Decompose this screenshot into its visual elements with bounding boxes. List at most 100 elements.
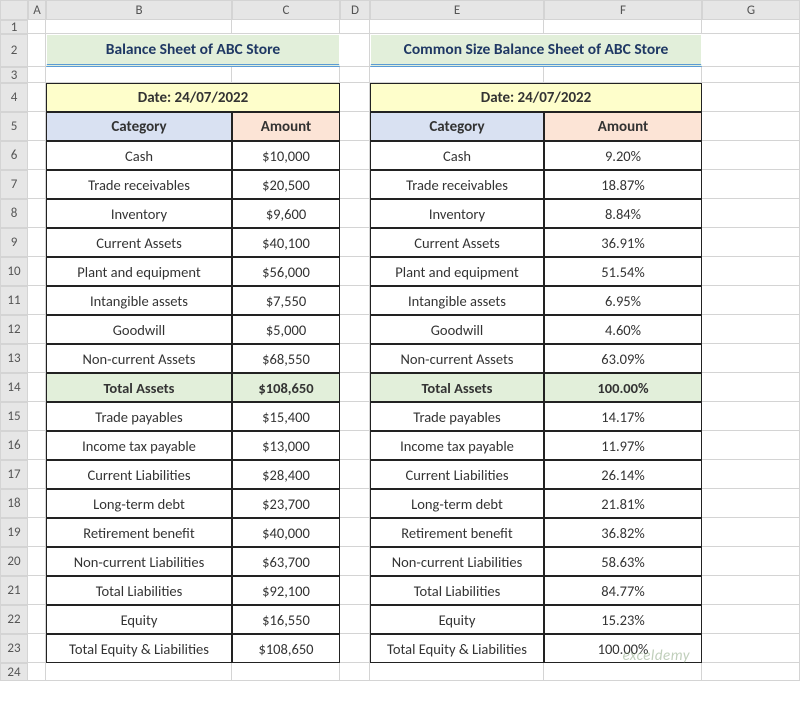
- row-header-17[interactable]: 17: [0, 460, 28, 489]
- right-amt-19[interactable]: 36.82%: [544, 518, 702, 547]
- col-header-C[interactable]: C: [232, 0, 340, 20]
- right-cat-10[interactable]: Plant and equipment: [370, 257, 544, 286]
- right-cat-8[interactable]: Inventory: [370, 199, 544, 228]
- right-cat-22[interactable]: Equity: [370, 605, 544, 634]
- right-amt-17[interactable]: 26.14%: [544, 460, 702, 489]
- left-amt-20[interactable]: $63,700: [232, 547, 340, 576]
- left-cat-6[interactable]: Cash: [46, 141, 232, 170]
- right-amt-11[interactable]: 6.95%: [544, 286, 702, 315]
- cell[interactable]: [340, 663, 370, 681]
- row-header-1[interactable]: 1: [0, 20, 28, 34]
- row-header-24[interactable]: 24: [0, 663, 28, 681]
- row-header-2[interactable]: 2: [0, 34, 28, 67]
- cell[interactable]: [46, 663, 232, 681]
- row-header-18[interactable]: 18: [0, 489, 28, 518]
- col-header-E[interactable]: E: [370, 0, 544, 20]
- right-cat-19[interactable]: Retirement benefit: [370, 518, 544, 547]
- row-header-20[interactable]: 20: [0, 547, 28, 576]
- cell[interactable]: [232, 663, 340, 681]
- cell[interactable]: [702, 20, 800, 34]
- right-amt-13[interactable]: 63.09%: [544, 344, 702, 373]
- left-cat-11[interactable]: Intangible assets: [46, 286, 232, 315]
- right-amt-7[interactable]: 18.87%: [544, 170, 702, 199]
- row-header-15[interactable]: 15: [0, 402, 28, 431]
- left-amt-13[interactable]: $68,550: [232, 344, 340, 373]
- left-amt-17[interactable]: $28,400: [232, 460, 340, 489]
- left-cat-7[interactable]: Trade receivables: [46, 170, 232, 199]
- right-hdr-category[interactable]: Category: [370, 112, 544, 141]
- row-header-19[interactable]: 19: [0, 518, 28, 547]
- left-cat-9[interactable]: Current Assets: [46, 228, 232, 257]
- left-cat-10[interactable]: Plant and equipment: [46, 257, 232, 286]
- left-title[interactable]: Balance Sheet of ABC Store: [46, 34, 340, 67]
- row-header-21[interactable]: 21: [0, 576, 28, 605]
- left-hdr-category[interactable]: Category: [46, 112, 232, 141]
- row-header-13[interactable]: 13: [0, 344, 28, 373]
- col-header-G[interactable]: G: [702, 0, 800, 20]
- left-cat-15[interactable]: Trade payables: [46, 402, 232, 431]
- row-header-6[interactable]: 6: [0, 141, 28, 170]
- left-cat-17[interactable]: Current Liabilities: [46, 460, 232, 489]
- row-header-8[interactable]: 8: [0, 199, 28, 228]
- left-amt-7[interactable]: $20,500: [232, 170, 340, 199]
- cell[interactable]: [232, 20, 340, 34]
- right-amt-22[interactable]: 15.23%: [544, 605, 702, 634]
- left-amt-6[interactable]: $10,000: [232, 141, 340, 170]
- row-header-23[interactable]: 23: [0, 634, 28, 663]
- right-amt-14[interactable]: 100.00%: [544, 373, 702, 402]
- cell[interactable]: [46, 20, 232, 34]
- row-header-22[interactable]: 22: [0, 605, 28, 634]
- cell[interactable]: [702, 663, 800, 681]
- right-cat-11[interactable]: Intangible assets: [370, 286, 544, 315]
- right-cat-17[interactable]: Current Liabilities: [370, 460, 544, 489]
- left-amt-15[interactable]: $15,400: [232, 402, 340, 431]
- cell[interactable]: [46, 67, 232, 83]
- col-header-B[interactable]: B: [46, 0, 232, 20]
- cell[interactable]: [370, 663, 544, 681]
- left-amt-19[interactable]: $40,000: [232, 518, 340, 547]
- left-cat-19[interactable]: Retirement benefit: [46, 518, 232, 547]
- right-cat-9[interactable]: Current Assets: [370, 228, 544, 257]
- row-header-12[interactable]: 12: [0, 315, 28, 344]
- col-header-F[interactable]: F: [544, 0, 702, 20]
- cell[interactable]: [232, 67, 340, 83]
- right-amt-9[interactable]: 36.91%: [544, 228, 702, 257]
- row-header-9[interactable]: 9: [0, 228, 28, 257]
- left-amt-9[interactable]: $40,100: [232, 228, 340, 257]
- left-hdr-amount[interactable]: Amount: [232, 112, 340, 141]
- left-cat-14[interactable]: Total Assets: [46, 373, 232, 402]
- left-amt-8[interactable]: $9,600: [232, 199, 340, 228]
- left-cat-12[interactable]: Goodwill: [46, 315, 232, 344]
- row-header-11[interactable]: 11: [0, 286, 28, 315]
- row-header-14[interactable]: 14: [0, 373, 28, 402]
- right-cat-20[interactable]: Non-current Liabilities: [370, 547, 544, 576]
- right-amt-20[interactable]: 58.63%: [544, 547, 702, 576]
- right-cat-7[interactable]: Trade receivables: [370, 170, 544, 199]
- right-amt-18[interactable]: 21.81%: [544, 489, 702, 518]
- left-cat-21[interactable]: Total Liabilities: [46, 576, 232, 605]
- right-date[interactable]: Date: 24/07/2022: [370, 83, 702, 112]
- right-cat-18[interactable]: Long-term debt: [370, 489, 544, 518]
- right-amt-8[interactable]: 8.84%: [544, 199, 702, 228]
- col-header-A[interactable]: A: [28, 0, 46, 20]
- right-amt-16[interactable]: 11.97%: [544, 431, 702, 460]
- right-cat-14[interactable]: Total Assets: [370, 373, 544, 402]
- left-cat-16[interactable]: Income tax payable: [46, 431, 232, 460]
- row-header-7[interactable]: 7: [0, 170, 28, 199]
- left-cat-22[interactable]: Equity: [46, 605, 232, 634]
- left-cat-13[interactable]: Non-current Assets: [46, 344, 232, 373]
- right-amt-12[interactable]: 4.60%: [544, 315, 702, 344]
- right-cat-15[interactable]: Trade payables: [370, 402, 544, 431]
- row-header-4[interactable]: 4: [0, 83, 28, 112]
- cell[interactable]: [340, 67, 370, 83]
- left-cat-23[interactable]: Total Equity & Liabilities: [46, 634, 232, 663]
- left-amt-10[interactable]: $56,000: [232, 257, 340, 286]
- right-cat-13[interactable]: Non-current Assets: [370, 344, 544, 373]
- left-amt-11[interactable]: $7,550: [232, 286, 340, 315]
- cell[interactable]: [340, 20, 370, 34]
- row-header-16[interactable]: 16: [0, 431, 28, 460]
- cell[interactable]: [544, 67, 702, 83]
- right-title[interactable]: Common Size Balance Sheet of ABC Store: [370, 34, 702, 67]
- left-amt-18[interactable]: $23,700: [232, 489, 340, 518]
- left-cat-20[interactable]: Non-current Liabilities: [46, 547, 232, 576]
